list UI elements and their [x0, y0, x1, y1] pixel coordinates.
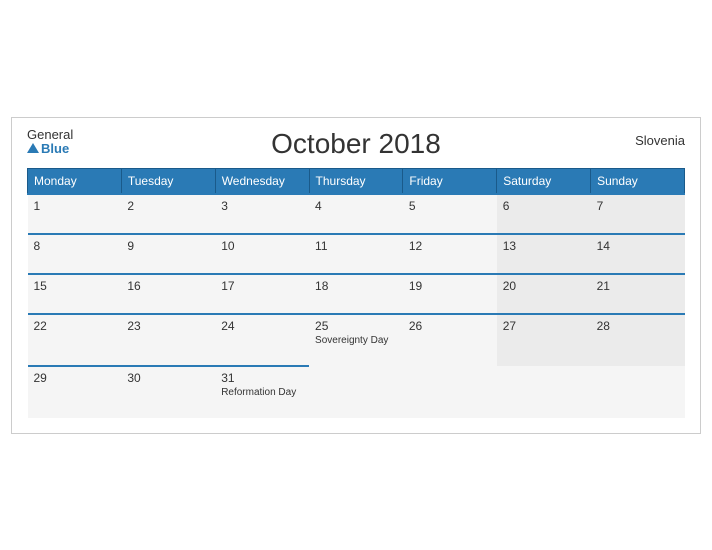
calendar-cell: 4 [309, 194, 403, 234]
calendar-cell: 3 [215, 194, 309, 234]
calendar-cell: 30 [121, 366, 215, 418]
calendar-cell: 8 [28, 234, 122, 274]
calendar-cell [591, 366, 685, 418]
calendar-cell: 18 [309, 274, 403, 314]
calendar-cell: 6 [497, 194, 591, 234]
day-number: 18 [315, 279, 397, 293]
calendar-header-row: MondayTuesdayWednesdayThursdayFridaySatu… [28, 168, 685, 194]
week-row-1: 1234567 [28, 194, 685, 234]
day-number: 31 [221, 371, 303, 385]
day-number: 13 [503, 239, 585, 253]
day-number: 27 [503, 319, 585, 333]
calendar-cell: 23 [121, 314, 215, 366]
calendar-cell: 24 [215, 314, 309, 366]
calendar-cell: 22 [28, 314, 122, 366]
col-header-sunday: Sunday [591, 168, 685, 194]
logo: General Blue [27, 128, 73, 157]
calendar-cell: 13 [497, 234, 591, 274]
day-number: 4 [315, 199, 397, 213]
col-header-saturday: Saturday [497, 168, 591, 194]
day-number: 20 [503, 279, 585, 293]
day-number: 6 [503, 199, 585, 213]
calendar-cell: 15 [28, 274, 122, 314]
calendar-cell [309, 366, 403, 418]
calendar-cell: 31 Reformation Day [215, 366, 309, 418]
day-number: 25 [315, 319, 397, 333]
calendar-cell: 12 [403, 234, 497, 274]
calendar-container: General Blue October 2018 Slovenia Monda… [11, 117, 701, 434]
day-number: 21 [597, 279, 679, 293]
day-number: 29 [34, 371, 116, 385]
calendar-cell: 28 [591, 314, 685, 366]
calendar-cell: 7 [591, 194, 685, 234]
calendar-cell: 11 [309, 234, 403, 274]
calendar-cell: 21 [591, 274, 685, 314]
week-row-2: 89 10 11 12 13 14 [28, 234, 685, 274]
day-number: 28 [597, 319, 679, 333]
day-number: 17 [221, 279, 303, 293]
calendar-cell: 10 [215, 234, 309, 274]
calendar-header: General Blue October 2018 Slovenia [27, 128, 685, 160]
day-number: 22 [34, 319, 116, 333]
week-row-5: 29 30 31 Reformation Day [28, 366, 685, 418]
week-row-4: 22 23 24 25 Sovereignty Day 26 27 28 [28, 314, 685, 366]
col-header-friday: Friday [403, 168, 497, 194]
day-number: 8 [34, 239, 116, 253]
col-header-wednesday: Wednesday [215, 168, 309, 194]
calendar-cell: 14 [591, 234, 685, 274]
calendar-body: 1234567891011121314151617181920212223242… [28, 194, 685, 418]
calendar-cell: 5 [403, 194, 497, 234]
calendar-cell: 20 [497, 274, 591, 314]
calendar-cell: 27 [497, 314, 591, 366]
day-number: 14 [597, 239, 679, 253]
calendar-cell: 26 [403, 314, 497, 366]
calendar-grid: MondayTuesdayWednesdayThursdayFridaySatu… [27, 168, 685, 418]
day-number: 23 [127, 319, 209, 333]
day-number: 5 [409, 199, 491, 213]
calendar-cell: 9 [121, 234, 215, 274]
logo-triangle-icon [27, 143, 39, 153]
calendar-title: October 2018 [271, 128, 441, 160]
calendar-cell [497, 366, 591, 418]
day-number: 15 [34, 279, 116, 293]
day-number: 1 [34, 199, 116, 213]
calendar-cell: 2 [121, 194, 215, 234]
calendar-cell: 16 [121, 274, 215, 314]
calendar-cell: 17 [215, 274, 309, 314]
day-number: 2 [127, 199, 209, 213]
holiday-name: Reformation Day [221, 387, 303, 398]
calendar-cell: 19 [403, 274, 497, 314]
calendar-cell: 29 [28, 366, 122, 418]
week-row-3: 15 16 17 18 19 20 21 [28, 274, 685, 314]
calendar-cell: 25 Sovereignty Day [309, 314, 403, 366]
logo-blue-text: Blue [27, 142, 73, 156]
day-number: 19 [409, 279, 491, 293]
col-header-monday: Monday [28, 168, 122, 194]
day-number: 16 [127, 279, 209, 293]
day-number: 9 [127, 239, 209, 253]
day-number: 7 [597, 199, 679, 213]
day-number: 24 [221, 319, 303, 333]
calendar-cell [403, 366, 497, 418]
day-number: 10 [221, 239, 303, 253]
col-header-thursday: Thursday [309, 168, 403, 194]
day-number: 12 [409, 239, 491, 253]
logo-general-text: General [27, 128, 73, 142]
calendar-cell: 1 [28, 194, 122, 234]
day-number: 30 [127, 371, 209, 385]
country-label: Slovenia [635, 133, 685, 148]
day-number: 3 [221, 199, 303, 213]
day-number: 11 [315, 239, 397, 253]
col-header-tuesday: Tuesday [121, 168, 215, 194]
day-number: 26 [409, 319, 491, 333]
holiday-name: Sovereignty Day [315, 335, 397, 346]
